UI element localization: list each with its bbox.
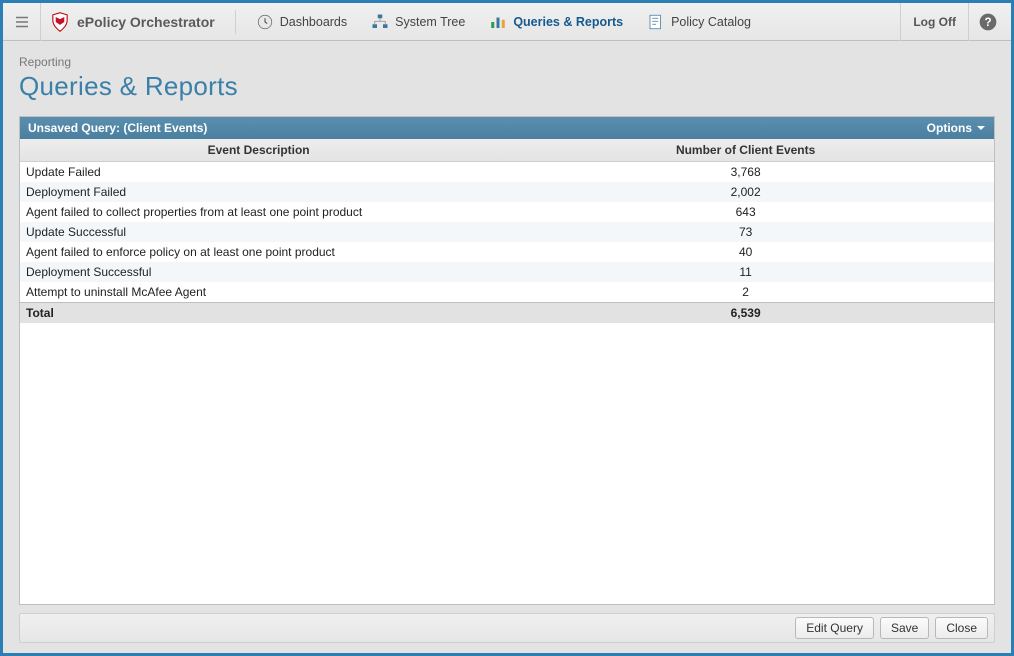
close-button[interactable]: Close	[935, 617, 988, 639]
nav-dashboards[interactable]: Dashboards	[246, 9, 357, 35]
panel-body: Event Description Number of Client Event…	[20, 139, 994, 604]
panel-title: Unsaved Query: (Client Events)	[28, 121, 207, 135]
cell-count: 3,768	[497, 162, 994, 183]
table-row[interactable]: Deployment Failed2,002	[20, 182, 994, 202]
hamburger-icon	[13, 13, 31, 31]
tree-icon	[371, 13, 389, 31]
cell-count: 73	[497, 222, 994, 242]
total-label: Total	[20, 303, 497, 324]
mcafee-shield-icon	[51, 12, 69, 32]
cell-description: Agent failed to collect properties from …	[20, 202, 497, 222]
content-area: Reporting Queries & Reports Unsaved Quer…	[3, 41, 1011, 605]
save-button[interactable]: Save	[880, 617, 929, 639]
cell-count: 643	[497, 202, 994, 222]
nav-label: Dashboards	[280, 15, 347, 29]
options-label: Options	[927, 121, 972, 135]
app-brand[interactable]: ePolicy Orchestrator	[41, 12, 225, 32]
cell-description: Attempt to uninstall McAfee Agent	[20, 282, 497, 303]
edit-query-button[interactable]: Edit Query	[795, 617, 874, 639]
column-header-count[interactable]: Number of Client Events	[497, 139, 994, 162]
panel-options-button[interactable]: Options	[927, 121, 986, 135]
nav-queries-reports[interactable]: Queries & Reports	[479, 9, 633, 35]
chevron-down-icon	[976, 123, 986, 133]
table-total-row: Total6,539	[20, 303, 994, 324]
page-title: Queries & Reports	[19, 71, 995, 102]
nav-policy-catalog[interactable]: Policy Catalog	[637, 9, 761, 35]
cell-description: Update Successful	[20, 222, 497, 242]
clock-icon	[256, 13, 274, 31]
cell-description: Agent failed to enforce policy on at lea…	[20, 242, 497, 262]
cell-description: Deployment Failed	[20, 182, 497, 202]
menu-button[interactable]	[3, 3, 41, 41]
query-panel: Unsaved Query: (Client Events) Options E…	[19, 116, 995, 605]
help-icon: ?	[978, 12, 998, 32]
table-row[interactable]: Attempt to uninstall McAfee Agent2	[20, 282, 994, 303]
app-name: ePolicy Orchestrator	[77, 14, 215, 30]
cell-count: 2,002	[497, 182, 994, 202]
table-row[interactable]: Update Failed3,768	[20, 162, 994, 183]
primary-nav: Dashboards System Tree Queries & Reports…	[246, 9, 761, 35]
cell-count: 11	[497, 262, 994, 282]
table-row[interactable]: Agent failed to enforce policy on at lea…	[20, 242, 994, 262]
nav-label: Queries & Reports	[513, 15, 623, 29]
divider	[235, 10, 236, 34]
nav-system-tree[interactable]: System Tree	[361, 9, 475, 35]
table-row[interactable]: Deployment Successful11	[20, 262, 994, 282]
breadcrumb: Reporting	[19, 55, 995, 69]
results-table: Event Description Number of Client Event…	[20, 139, 994, 323]
nav-label: Policy Catalog	[671, 15, 751, 29]
logoff-button[interactable]: Log Off	[900, 3, 969, 41]
total-count: 6,539	[497, 303, 994, 324]
column-header-description[interactable]: Event Description	[20, 139, 497, 162]
panel-header: Unsaved Query: (Client Events) Options	[20, 117, 994, 139]
help-button[interactable]: ?	[969, 3, 1007, 41]
table-row[interactable]: Update Successful73	[20, 222, 994, 242]
logoff-label: Log Off	[913, 15, 956, 29]
chart-icon	[489, 13, 507, 31]
top-toolbar: ePolicy Orchestrator Dashboards System T…	[3, 3, 1011, 41]
cell-description: Update Failed	[20, 162, 497, 183]
cell-count: 2	[497, 282, 994, 303]
svg-text:?: ?	[984, 16, 991, 29]
nav-label: System Tree	[395, 15, 465, 29]
cell-description: Deployment Successful	[20, 262, 497, 282]
table-row[interactable]: Agent failed to collect properties from …	[20, 202, 994, 222]
catalog-icon	[647, 13, 665, 31]
bottom-action-bar: Edit Query Save Close	[19, 613, 995, 643]
cell-count: 40	[497, 242, 994, 262]
